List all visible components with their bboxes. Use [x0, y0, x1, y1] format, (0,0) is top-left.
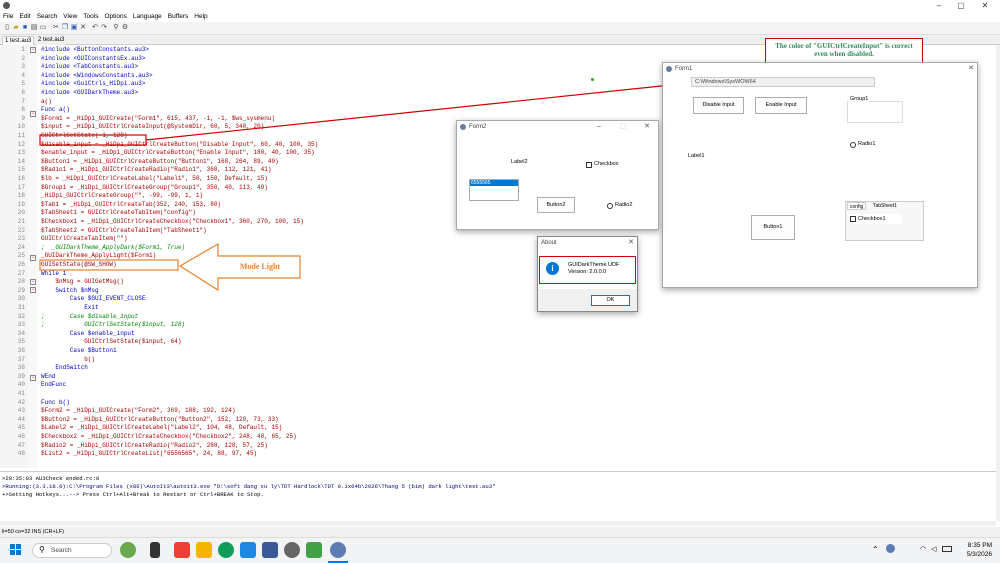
label2: Label2 — [511, 159, 528, 165]
form1-input[interactable]: C:\Windows\SysWOW64 — [691, 77, 875, 87]
clock-time[interactable]: 8:35 PM — [962, 542, 992, 549]
app-icon-navy[interactable] — [262, 542, 278, 558]
search-placeholder: Search — [51, 547, 72, 554]
checkbox2[interactable] — [586, 162, 592, 168]
app-icon-green[interactable] — [306, 542, 322, 558]
enable-input-button[interactable]: Enable Input — [755, 97, 807, 114]
radio2-label: Radio2 — [615, 202, 633, 208]
ok-button[interactable]: OK — [591, 295, 630, 306]
store-icon[interactable] — [174, 542, 190, 558]
windows-start-icon[interactable] — [10, 544, 22, 556]
search-icon: ⚲ — [39, 545, 45, 554]
form2-maximize-icon: ▢ — [619, 123, 627, 130]
tab-tabsheet1[interactable]: TabSheet1 — [871, 202, 899, 210]
checkbox1-label: Checkbox1 — [858, 216, 886, 222]
label1: Label1 — [688, 153, 705, 159]
taskbar: ⚲ Search ⌃ ◠ ◁ 8:35 PM 5/3/2026 — [0, 537, 1000, 563]
highlight-applylight-box — [39, 259, 179, 271]
tray-app-icon[interactable] — [886, 544, 895, 553]
list2-item[interactable]: 6556565 — [470, 180, 518, 186]
taskbar-search-box[interactable]: ⚲ Search — [32, 543, 112, 558]
form2-window: Form2 – ▢ ✕ Label2 Checkbox 6556565 Butt… — [456, 120, 659, 230]
wifi-icon[interactable]: ◠ — [920, 545, 926, 553]
checkbox1[interactable] — [850, 216, 856, 222]
group1-box — [847, 101, 903, 123]
task-view-icon[interactable] — [150, 542, 160, 558]
radio1-button[interactable] — [850, 142, 856, 148]
about-line1: GUIDarkTheme UDF — [568, 262, 620, 268]
file-explorer-icon[interactable] — [196, 542, 212, 558]
edge-icon[interactable] — [218, 542, 234, 558]
radio2-button[interactable] — [607, 203, 613, 209]
checkbox2-label: Checkbox — [594, 161, 619, 167]
widget-icon[interactable] — [120, 542, 136, 558]
chevron-up-icon[interactable]: ⌃ — [872, 545, 879, 554]
form1-close-icon[interactable]: ✕ — [965, 63, 977, 75]
about-dialog: About ✕ i GUIDarkTheme UDF Version: 2.0.… — [537, 236, 638, 312]
annotation-note-text: The color of "GUICtrlCreateInput" is cor… — [775, 42, 913, 58]
form1-window: Form1 ✕ C:\Windows\SysWOW64 Disable Inpu… — [662, 62, 978, 288]
about-line2: Version: 2.0.0.0 — [568, 269, 607, 275]
clock-date[interactable]: 5/3/2026 — [962, 551, 992, 558]
app-icon-gray[interactable] — [284, 542, 300, 558]
battery-icon[interactable] — [942, 546, 952, 552]
app-icon-blue[interactable] — [240, 542, 256, 558]
volume-icon[interactable]: ◁ — [931, 545, 936, 553]
tab-config[interactable]: config — [847, 202, 867, 210]
list2[interactable]: 6556565 — [469, 179, 519, 201]
cursor-dot — [591, 78, 594, 81]
about-title: About — [541, 240, 557, 246]
mode-light-label: Mode Light — [239, 262, 281, 271]
group1-label: Group1 — [849, 96, 870, 102]
info-icon: i — [546, 262, 559, 275]
autoit-icon[interactable] — [330, 542, 346, 558]
form1-title: Form1 — [675, 66, 693, 72]
about-close-icon[interactable]: ✕ — [625, 237, 637, 249]
button2[interactable]: Button2 — [537, 197, 575, 213]
form2-close-icon[interactable]: ✕ — [641, 121, 653, 133]
form2-minimize-icon[interactable]: – — [593, 121, 605, 133]
radio1-label: Radio1 — [858, 141, 876, 147]
highlight-setstate-box — [39, 134, 147, 146]
button1[interactable]: Button1 — [751, 215, 795, 240]
annotation-note-box: The color of "GUICtrlCreateInput" is cor… — [765, 38, 923, 64]
disable-input-button[interactable]: Disable Input — [693, 97, 744, 114]
